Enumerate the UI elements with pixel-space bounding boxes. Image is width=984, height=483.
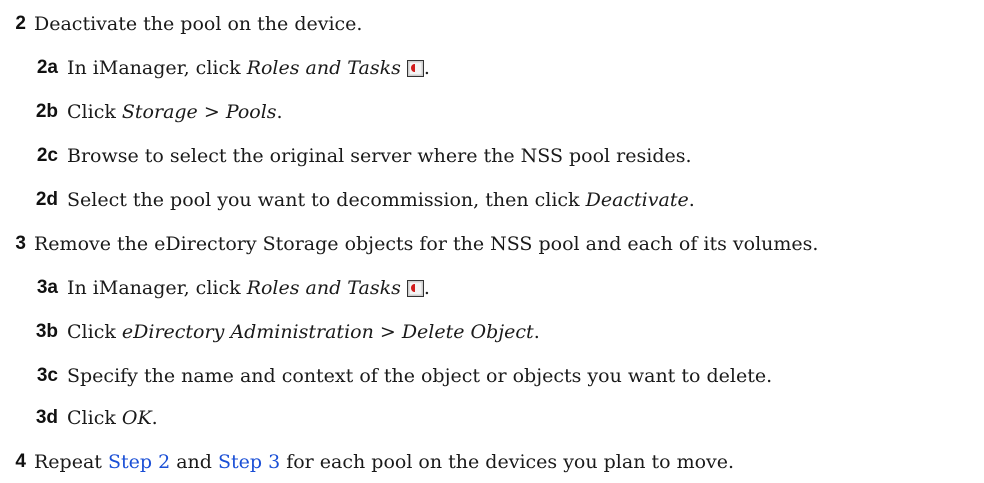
step-2: 2 Deactivate the pool on the device. xyxy=(0,6,362,42)
substep-number: 2b xyxy=(35,101,58,122)
roles-and-tasks-icon xyxy=(406,280,424,297)
menu-reference: OK xyxy=(121,407,152,429)
substep-text: In iManager, click Roles and Tasks. xyxy=(67,57,430,79)
substep-3d: 3d Click OK. xyxy=(0,400,158,436)
substep-number: 3a xyxy=(36,277,58,298)
menu-reference: Roles and Tasks xyxy=(246,277,401,299)
text-segment: . xyxy=(533,321,540,343)
menu-reference: Delete Object xyxy=(401,321,534,343)
substep-number: 3d xyxy=(35,407,58,428)
step-2-link[interactable]: Step 2 xyxy=(108,451,170,473)
text-segment: . xyxy=(423,277,430,299)
text-segment: . xyxy=(276,101,283,123)
menu-reference: Roles and Tasks xyxy=(246,57,401,79)
text-segment: Select the pool you want to decommission… xyxy=(67,189,586,211)
substep-2d: 2d Select the pool you want to decommiss… xyxy=(0,182,695,218)
text-segment: . xyxy=(151,407,158,429)
substep-3b: 3b Click eDirectory Administration > Del… xyxy=(0,314,540,350)
substep-text: Click OK. xyxy=(67,407,158,429)
substep-number: 2d xyxy=(35,189,58,210)
step-4: 4 Repeat Step 2 and Step 3 for each pool… xyxy=(0,444,734,480)
menu-reference: eDirectory Administration xyxy=(121,321,374,343)
step-text: Repeat Step 2 and Step 3 for each pool o… xyxy=(34,451,734,473)
text-segment: . xyxy=(688,189,695,211)
step-number: 4 xyxy=(15,451,26,472)
step-3-link[interactable]: Step 3 xyxy=(218,451,280,473)
substep-text: Browse to select the original server whe… xyxy=(67,145,692,167)
step-text: Remove the eDirectory Storage objects fo… xyxy=(34,233,819,255)
substep-text: Specify the name and context of the obje… xyxy=(67,365,773,387)
substep-number: 3b xyxy=(35,321,58,342)
text-segment: Click xyxy=(67,101,122,123)
substep-text: In iManager, click Roles and Tasks. xyxy=(67,277,430,299)
procedure-document: 2 Deactivate the pool on the device. 2a … xyxy=(0,0,984,483)
text-segment: for each pool on the devices you plan to… xyxy=(280,451,735,473)
text-segment: Click xyxy=(67,407,122,429)
menu-reference: Pools xyxy=(225,101,277,123)
substep-2c: 2c Browse to select the original server … xyxy=(0,138,692,174)
text-segment: > xyxy=(197,101,226,123)
step-text: Deactivate the pool on the device. xyxy=(34,13,363,35)
text-segment: In iManager, click xyxy=(67,277,247,299)
text-segment: In iManager, click xyxy=(67,57,247,79)
text-segment: Repeat xyxy=(34,451,108,473)
substep-number: 2c xyxy=(36,145,58,166)
text-segment: Click xyxy=(67,321,122,343)
substep-2b: 2b Click Storage > Pools. xyxy=(0,94,283,130)
step-number: 3 xyxy=(15,233,26,254)
substep-text: Select the pool you want to decommission… xyxy=(67,189,695,211)
roles-and-tasks-icon xyxy=(406,60,424,77)
substep-text: Click Storage > Pools. xyxy=(67,101,283,123)
substep-text: Click eDirectory Administration > Delete… xyxy=(67,321,540,343)
text-segment: . xyxy=(423,57,430,79)
substep-3c: 3c Specify the name and context of the o… xyxy=(0,358,772,394)
text-segment: > xyxy=(373,321,402,343)
text-segment: and xyxy=(170,451,218,473)
substep-2a: 2a In iManager, click Roles and Tasks. xyxy=(0,50,430,86)
menu-reference: Storage xyxy=(121,101,198,123)
substep-number: 2a xyxy=(36,57,58,78)
menu-reference: Deactivate xyxy=(585,189,689,211)
substep-number: 3c xyxy=(36,365,58,386)
step-3: 3 Remove the eDirectory Storage objects … xyxy=(0,226,818,262)
substep-3a: 3a In iManager, click Roles and Tasks. xyxy=(0,270,430,306)
step-number: 2 xyxy=(15,13,26,34)
